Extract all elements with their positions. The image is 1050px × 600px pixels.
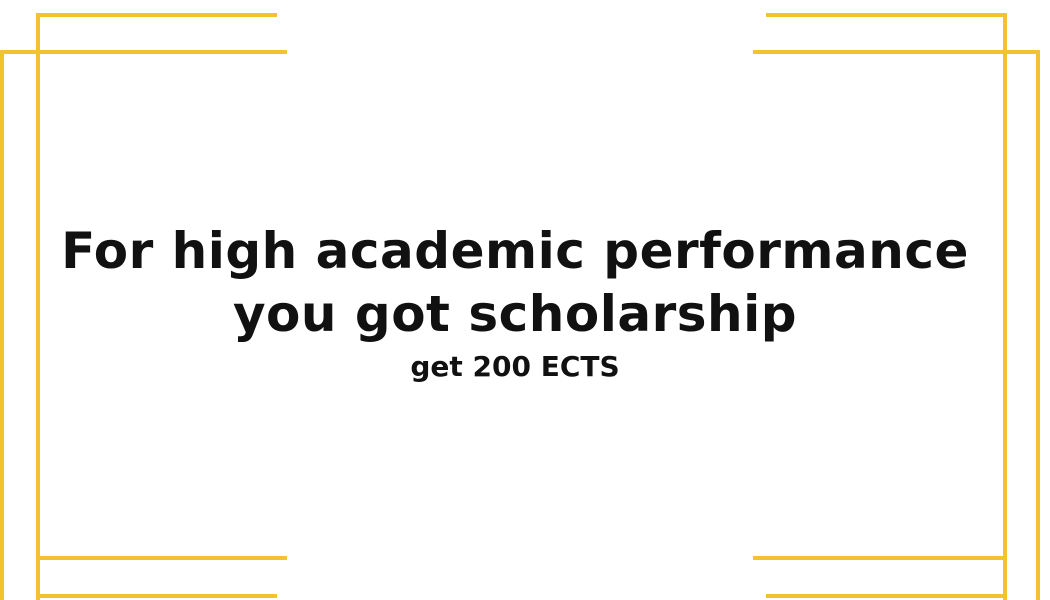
headline: For high academic performance you got sc… [0,220,1030,346]
headline-line-2: you got scholarship [232,285,798,343]
message-block: For high academic performance you got sc… [0,220,1030,384]
reward-text: get 200 ECTS [410,350,620,383]
scholarship-card: { "headline": { "line1": "For high acade… [0,0,1050,600]
headline-line-1: For high academic performance [61,222,969,280]
